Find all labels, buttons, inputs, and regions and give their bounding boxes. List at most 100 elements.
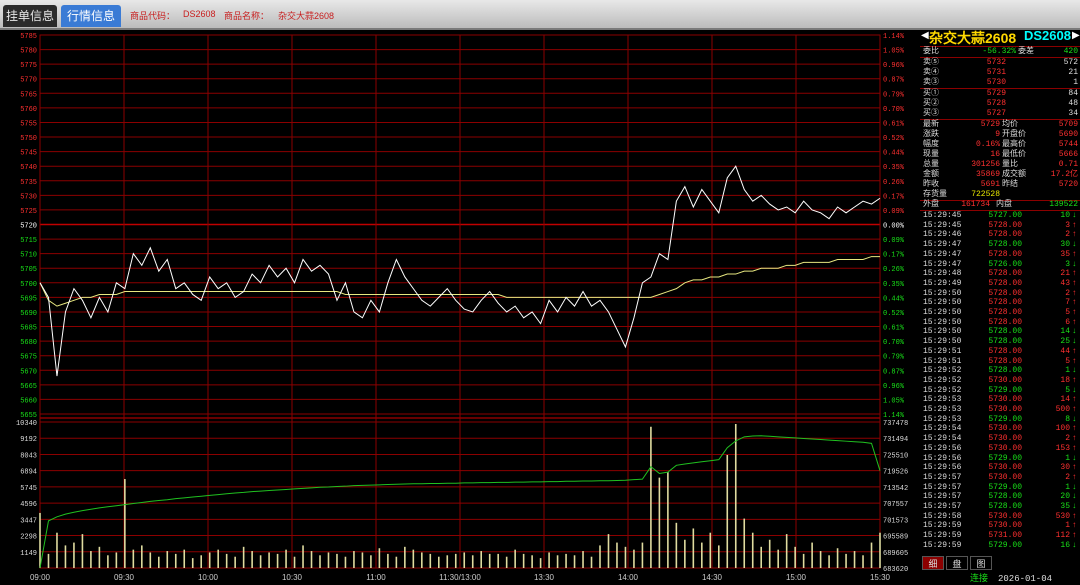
pct-tick-label: 0.09% xyxy=(883,208,905,216)
price-tick-label: 5785 xyxy=(20,33,37,41)
arrow-up-icon: ↑ xyxy=(1072,531,1077,541)
oi-tick-label: 725510 xyxy=(883,452,908,460)
arrow-down-icon: ↓ xyxy=(1072,482,1077,492)
pct-tick-label: 0.35% xyxy=(883,281,905,289)
code-label: 商品代码： xyxy=(130,11,176,21)
tab-chart[interactable]: 图 xyxy=(970,556,992,570)
volume-tick-label: 2298 xyxy=(20,534,37,542)
oi-tick-label: 731494 xyxy=(883,436,908,444)
volume-tick-label: 4596 xyxy=(20,501,37,509)
price-tick-label: 5740 xyxy=(20,164,37,172)
pct-tick-label: 0.52% xyxy=(883,135,905,143)
intraday-chart[interactable]: 5785 1.14% 5780 1.05% 5775 0.96% 5770 0.87% 5765… xyxy=(0,32,920,585)
arrow-up-icon: ↑ xyxy=(1072,220,1077,230)
pct-tick-label: 0.87% xyxy=(883,368,905,376)
volume-tick-label: 5745 xyxy=(20,485,37,493)
time-tick-label: 10:00 xyxy=(198,573,219,582)
clock: 2026-01-04 15:45 xyxy=(998,574,1053,584)
time-tick-label: 14:00 xyxy=(618,573,639,582)
tick-row: 15:29:45 5728.00 3 ↑ xyxy=(923,220,1077,230)
pct-tick-label: 0.17% xyxy=(883,193,905,201)
code-value: DS2608 xyxy=(183,9,216,19)
prev-arrow-icon[interactable]: ◀ xyxy=(921,30,929,42)
time-tick-label: 11:00 xyxy=(366,573,386,582)
tick-row: 15:29:50 5728.00 5 ↑ xyxy=(923,308,1077,317)
tab-detail[interactable]: 细 xyxy=(922,556,944,570)
tick-row: 15:29:53 5730.00 500 ↑ xyxy=(923,405,1077,414)
tick-row: 15:29:52 5730.00 18 ↑ xyxy=(923,375,1077,385)
stat-row: 现量 16 最低价 5666 xyxy=(923,150,1078,159)
tick-row: 15:29:50 5728.00 2 ↑ xyxy=(923,288,1077,298)
price-tick-label: 5720 xyxy=(20,223,37,231)
volume-tick-label: 10340 xyxy=(16,420,37,428)
pct-tick-label: 0.52% xyxy=(883,310,905,318)
tick-row: 15:29:57 5728.00 20 ↓ xyxy=(923,492,1077,502)
tick-row: 15:29:50 5728.00 14 ↓ xyxy=(923,327,1077,337)
stat-row: 金额 35869 成交额 17.2亿 xyxy=(923,170,1078,179)
oi-tick-label: 695589 xyxy=(883,534,908,542)
pct-tick-label: 0.44% xyxy=(883,295,905,303)
bottom-tabs: 细 盘 图 xyxy=(920,556,1080,570)
price-tick-label: 5730 xyxy=(20,193,37,201)
pct-tick-label: 0.35% xyxy=(883,164,905,172)
bid-row: 买② 5728 48 xyxy=(923,99,1078,108)
tick-row: 15:29:51 5728.00 44 ↑ xyxy=(923,346,1077,356)
arrow-down-icon: ↓ xyxy=(1072,492,1077,502)
time-tick-label: 09:30 xyxy=(114,573,135,582)
arrow-down-icon: ↓ xyxy=(1072,259,1077,269)
price-tick-label: 5715 xyxy=(20,237,37,245)
arrow-up-icon: ↑ xyxy=(1072,230,1077,240)
arrow-up-icon: ↑ xyxy=(1072,288,1077,298)
time-tick-label: 11:30/13:00 xyxy=(439,573,481,582)
price-tick-label: 5755 xyxy=(20,120,37,128)
pct-tick-label: 1.05% xyxy=(883,48,905,56)
tick-row: 15:29:56 5730.00 153 ↑ xyxy=(923,443,1077,453)
arrow-down-icon: ↓ xyxy=(1072,211,1077,220)
oi-tick-label: 737478 xyxy=(883,420,908,428)
pct-tick-label: 1.14% xyxy=(883,33,905,41)
pct-tick-label: 0.96% xyxy=(883,383,905,391)
price-tick-label: 5775 xyxy=(20,62,37,70)
tab-market-info[interactable]: 行情信息 xyxy=(61,5,121,27)
volume-tick-label: 6894 xyxy=(20,469,37,477)
next-arrow-icon[interactable]: ▶ xyxy=(1072,30,1080,42)
stat-row: 昨收 5691 昨结 5720 xyxy=(923,180,1078,189)
tick-row: 15:29:59 5729.00 16 ↓ xyxy=(923,540,1077,550)
pct-tick-label: 0.96% xyxy=(883,62,905,70)
arrow-up-icon: ↑ xyxy=(1072,317,1077,327)
arrow-up-icon: ↑ xyxy=(1072,521,1077,531)
price-tick-label: 5770 xyxy=(20,77,37,85)
arrow-up-icon: ↑ xyxy=(1072,375,1077,385)
arrow-down-icon: ↓ xyxy=(1072,366,1077,376)
tab-order-info[interactable]: 挂单信息 xyxy=(3,5,57,27)
outer-inner-row: 外盘 161734 内盘 139522 xyxy=(923,200,1078,209)
price-tick-label: 5735 xyxy=(20,179,37,187)
arrow-down-icon: ↓ xyxy=(1072,453,1077,463)
price-tick-label: 5765 xyxy=(20,91,37,99)
tick-row: 15:29:52 5729.00 5 ↓ xyxy=(923,385,1077,395)
pct-tick-label: 0.26% xyxy=(883,266,905,274)
product-code: DS2608 xyxy=(1024,28,1071,43)
tick-row: 15:29:53 5729.00 8 ↓ xyxy=(923,414,1077,424)
price-tick-label: 5665 xyxy=(20,383,37,391)
volume-tick-label: 3447 xyxy=(20,517,37,525)
stat-row: 幅度 0.16% 最高价 5744 xyxy=(923,140,1078,149)
arrow-up-icon: ↑ xyxy=(1072,443,1077,453)
oi-tick-label: 719526 xyxy=(883,469,908,477)
time-tick-label: 14:30 xyxy=(702,573,723,582)
volume-tick-label: 9192 xyxy=(20,436,37,444)
price-tick-label: 5695 xyxy=(20,295,37,303)
stat-row: 涨跌 9 开盘价 5690 xyxy=(923,130,1078,139)
price-tick-label: 5670 xyxy=(20,368,37,376)
tick-row: 15:29:59 5730.00 1 ↑ xyxy=(923,521,1077,531)
arrow-down-icon: ↓ xyxy=(1072,540,1077,550)
time-tick-label: 15:00 xyxy=(786,573,807,582)
price-tick-label: 5675 xyxy=(20,354,37,362)
tick-row: 15:29:54 5730.00 100 ↑ xyxy=(923,424,1077,434)
time-tick-label: 15:30 xyxy=(870,573,891,582)
price-tick-label: 5750 xyxy=(20,135,37,143)
volume-tick-label: 8043 xyxy=(20,452,37,460)
tick-row: 15:29:45 5727.00 10 ↓ xyxy=(923,211,1077,220)
price-tick-label: 5690 xyxy=(20,310,37,318)
tab-book[interactable]: 盘 xyxy=(946,556,968,570)
